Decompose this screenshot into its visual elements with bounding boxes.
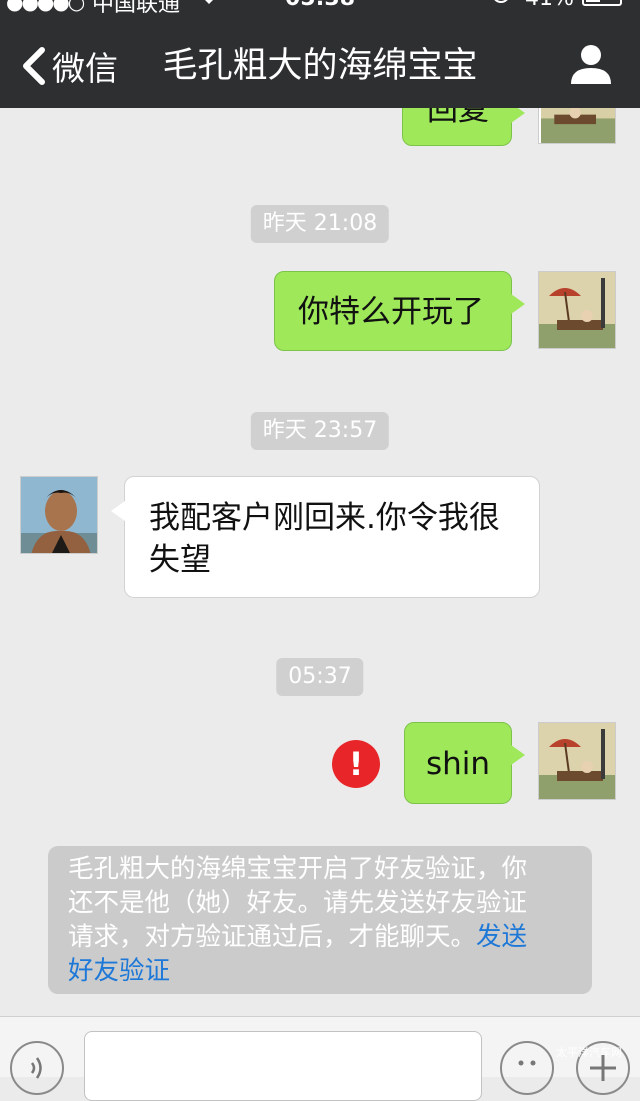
self-avatar[interactable] [538,271,616,349]
person-icon [571,45,611,84]
battery-icon [582,0,622,6]
notice-text: 请求，对方验证通过后，才能聊天。 [68,922,477,952]
battery-percent: 41% [525,0,574,11]
back-label: 微信 [52,49,118,88]
emoji-icon [518,1060,536,1066]
status-bar: ●●●●○ 中国联通 05:38 41% [0,0,640,17]
message-input[interactable] [84,1031,482,1101]
send-verification-link[interactable]: 好友验证 [68,956,170,986]
message-text: shin [426,746,491,782]
input-bar [0,1016,640,1101]
voice-icon [30,1057,42,1079]
notice-line: 毛孔粗大的海绵宝宝开启了好友验证，你 [68,854,528,884]
emoji-button[interactable] [500,1041,554,1095]
send-verification-link[interactable]: 发送 [476,922,527,952]
watermark: 太平洋汽车网 [556,1046,622,1059]
notice-line: 请求，对方验证通过后，才能聊天。发送 [68,920,572,954]
chevron-left-icon [23,47,45,85]
message-text: 你特么开玩了 [298,294,484,330]
timestamp-chip: 昨天 23:57 [250,412,390,450]
timestamp-chip: 昨天 21:08 [250,205,390,243]
voice-input-button[interactable] [10,1041,64,1095]
notice-line: 好友验证 [68,954,572,988]
friend-verification-notice: 毛孔粗大的海绵宝宝开启了好友验证，你 还不是他（她）好友。请先发送好友验证 请求… [48,846,592,994]
profile-button[interactable] [566,40,616,90]
send-failed-icon[interactable]: ! [332,740,380,788]
message-bubble-outgoing[interactable]: shin [404,722,525,804]
message-bubble-incoming[interactable]: 我配客户刚回来.你令我很 失望 [111,476,540,598]
message-text-line: 失望 [149,542,211,578]
notice-line: 还不是他（她）好友。请先发送好友验证 [68,888,528,918]
rotation-lock-icon [490,0,512,11]
back-button[interactable]: 微信 [18,40,118,92]
top-bar: ●●●●○ 中国联通 05:38 41% 微信 毛孔粗大的海绵宝宝 [0,0,640,108]
message-text-line: 我配客户刚回来.你令我很 [149,500,500,536]
chat-title: 毛孔粗大的海绵宝宝 [162,46,478,86]
message-bubble-outgoing[interactable]: 你特么开玩了 [274,271,525,351]
timestamp-chip: 05:37 [276,658,364,696]
self-avatar[interactable] [538,722,616,800]
contact-avatar[interactable] [20,476,98,554]
